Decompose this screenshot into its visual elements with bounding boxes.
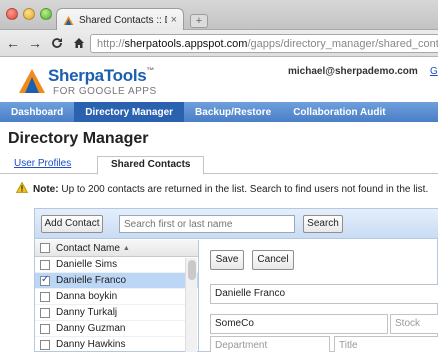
- account-link[interactable]: G: [430, 66, 438, 77]
- mountain-logo-icon: [19, 69, 45, 93]
- window-maximize-button[interactable]: [40, 8, 52, 20]
- select-all-checkbox[interactable]: [40, 243, 50, 253]
- row-checkbox[interactable]: [40, 323, 50, 334]
- contact-name: Danielle Sims: [56, 259, 118, 270]
- tab-close-icon[interactable]: ×: [171, 14, 177, 26]
- notice: Note: Up to 200 contacts are returned in…: [16, 182, 436, 195]
- contact-name: Danny Hawkins: [56, 339, 126, 350]
- nav-directory-manager[interactable]: Directory Manager: [74, 102, 185, 122]
- contact-name: Danna boykin: [56, 291, 118, 302]
- window-close-button[interactable]: [6, 8, 18, 20]
- notice-label: Note:: [33, 184, 59, 195]
- user-email: michael@sherpademo.com: [288, 66, 418, 77]
- tab-user-profiles[interactable]: User Profiles: [14, 156, 71, 174]
- notice-text: Up to 200 contacts are returned in the l…: [58, 184, 429, 195]
- row-checkbox[interactable]: [40, 339, 50, 350]
- back-icon[interactable]: ←: [4, 33, 22, 53]
- address-bar[interactable]: http://sherpatools.appspot.com/gapps/dir…: [90, 34, 438, 53]
- list-scrollbar[interactable]: [185, 258, 197, 352]
- contact-rows: Danielle Sims Danielle Franco Danna boykin…: [35, 257, 198, 352]
- browser-tabstrip: Shared Contacts :: Directory × +: [0, 0, 438, 31]
- search-input[interactable]: [119, 215, 295, 233]
- name-field[interactable]: Danielle Franco: [210, 284, 438, 304]
- row-checkbox[interactable]: [40, 307, 50, 318]
- tab-title: Shared Contacts :: Directory: [79, 14, 167, 26]
- nav-collaboration-audit[interactable]: Collaboration Audit: [282, 102, 396, 122]
- sherpatools-logo[interactable]: SherpaTools™ FOR GOOGLE APPS: [18, 64, 168, 104]
- logo-subtitle: FOR GOOGLE APPS: [53, 86, 157, 97]
- nav-dashboard[interactable]: Dashboard: [0, 102, 74, 122]
- save-button[interactable]: Save: [210, 250, 244, 270]
- contact-name: Danny Turkalj: [56, 307, 118, 318]
- scrollbar-thumb[interactable]: [188, 260, 196, 280]
- reload-icon[interactable]: [48, 33, 66, 53]
- panel-toolbar: Add Contact Search: [35, 209, 438, 239]
- sub-tabs: User Profiles Shared Contacts: [0, 156, 438, 175]
- search-button[interactable]: Search: [303, 215, 343, 233]
- department-field[interactable]: Department: [210, 336, 330, 352]
- row-checkbox[interactable]: [40, 291, 50, 302]
- row-checkbox[interactable]: [40, 274, 50, 286]
- sort-ascending-icon: ▲: [122, 244, 130, 252]
- list-item[interactable]: Danielle Franco: [35, 273, 198, 289]
- company-field[interactable]: SomeCo: [210, 314, 388, 334]
- list-item[interactable]: Danny Turkalj: [35, 305, 198, 321]
- contact-name: Danielle Franco: [56, 275, 127, 286]
- list-item[interactable]: Danny Guzman: [35, 321, 198, 337]
- page-title: Directory Manager: [8, 130, 149, 147]
- list-item[interactable]: Danny Hawkins: [35, 337, 198, 352]
- home-icon[interactable]: [70, 33, 88, 53]
- column-header-contact-name[interactable]: Contact Name: [56, 243, 120, 254]
- stock-field[interactable]: Stock: [390, 314, 438, 334]
- window-minimize-button[interactable]: [23, 8, 35, 20]
- contact-name: Danny Guzman: [56, 323, 126, 334]
- tab-shared-contacts[interactable]: Shared Contacts: [97, 156, 205, 175]
- web-page: SherpaTools™ FOR GOOGLE APPS michael@she…: [0, 58, 438, 352]
- browser-tab[interactable]: Shared Contacts :: Directory ×: [56, 8, 184, 31]
- cancel-button[interactable]: Cancel: [252, 250, 294, 270]
- list-item[interactable]: Danna boykin: [35, 289, 198, 305]
- new-tab-button[interactable]: +: [190, 14, 208, 28]
- row-checkbox[interactable]: [40, 259, 50, 270]
- sherpa-favicon-icon: [63, 15, 74, 25]
- browser-toolbar: ← → ☆ http://sherpatools.appspot.com/gap…: [0, 30, 438, 57]
- list-item[interactable]: Danielle Sims: [35, 257, 198, 273]
- title-field[interactable]: Title: [334, 336, 438, 352]
- contact-detail: Save Cancel Danielle Franco SomeCo Stock…: [200, 240, 438, 352]
- main-nav: Dashboard Directory Manager Backup/Resto…: [0, 102, 438, 122]
- forward-icon[interactable]: →: [26, 33, 44, 53]
- list-header[interactable]: Contact Name ▲: [35, 240, 198, 257]
- nav-backup-restore[interactable]: Backup/Restore: [184, 102, 282, 122]
- warning-icon: [16, 182, 28, 193]
- directory-panel: Add Contact Search Contact Name ▲ Daniel…: [34, 208, 438, 352]
- logo-name: SherpaTools™: [48, 66, 155, 85]
- contact-list: Contact Name ▲ Danielle Sims Danielle Fra…: [35, 240, 199, 352]
- add-contact-button[interactable]: Add Contact: [41, 215, 103, 233]
